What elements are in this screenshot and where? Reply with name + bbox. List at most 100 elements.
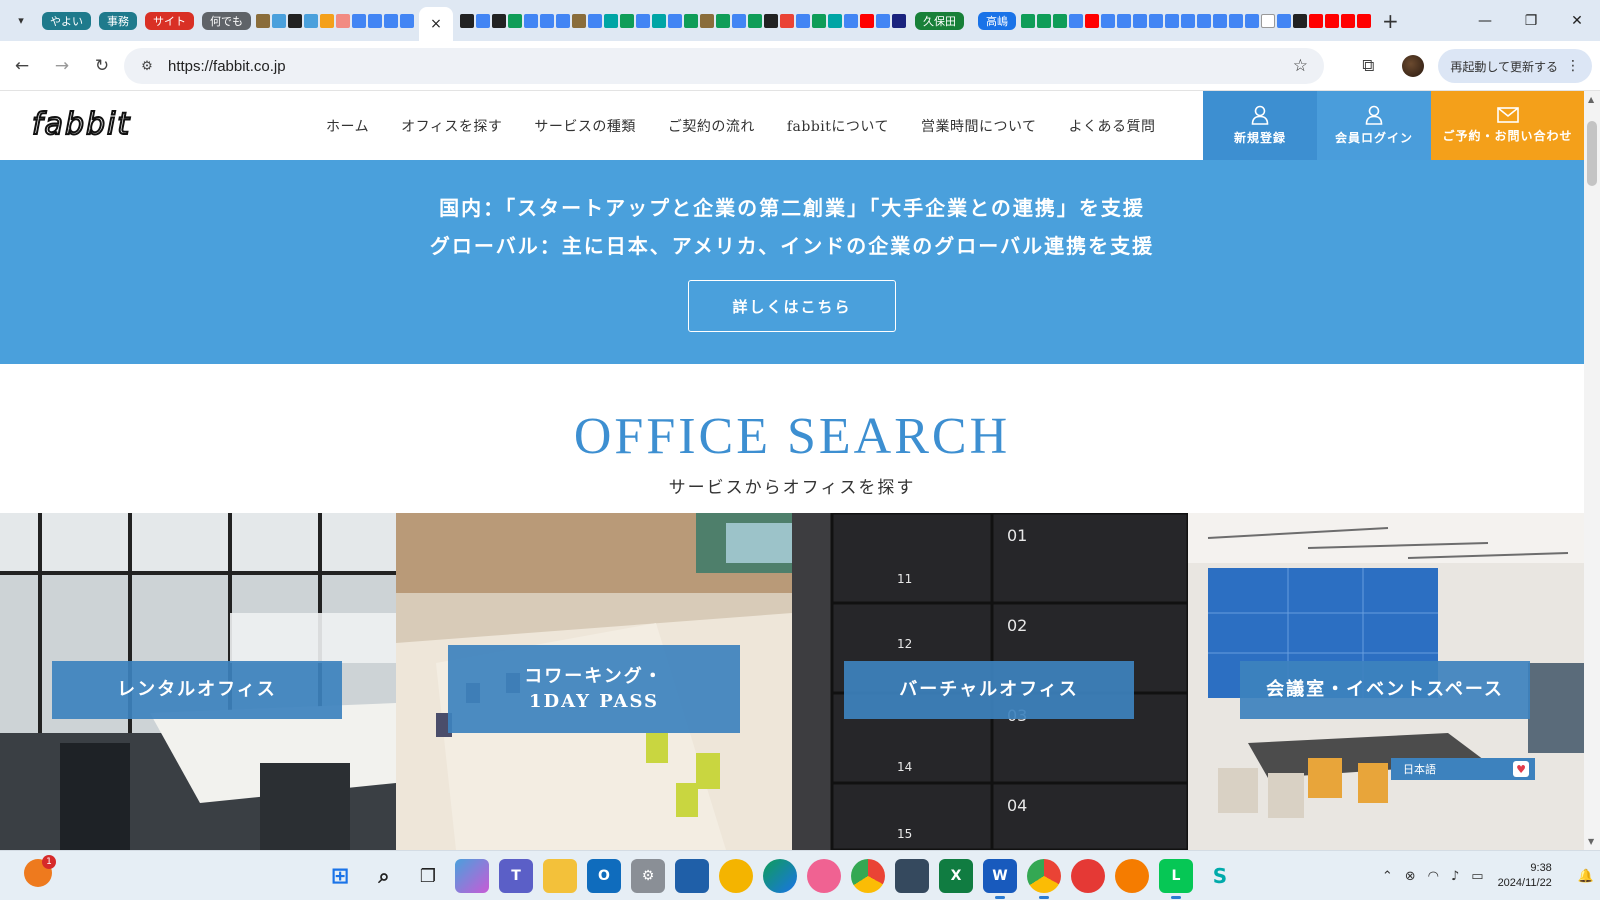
chrome-active-icon[interactable] bbox=[1027, 859, 1061, 899]
contact-button[interactable]: ご予約・お問い合わせ bbox=[1431, 91, 1584, 160]
pinned-tabs-group-c[interactable] bbox=[1020, 13, 1372, 28]
clock[interactable]: 9:38 2024/11/22 bbox=[1498, 861, 1552, 891]
tab-group-jimu[interactable]: 事務 bbox=[99, 11, 137, 30]
tab-group-site[interactable]: サイト bbox=[145, 11, 194, 30]
teams-icon[interactable]: T bbox=[499, 859, 533, 893]
start-windows-icon[interactable]: ⊞ bbox=[323, 859, 357, 893]
close-circle-icon[interactable]: ⊗ bbox=[1405, 869, 1416, 884]
card-coworking[interactable]: コワーキング・ 1DAY PASS bbox=[396, 513, 792, 850]
window-controls: — ❐ ✕ bbox=[1462, 0, 1600, 41]
language-label: 日本語 bbox=[1403, 763, 1436, 776]
scroll-up-arrow-icon[interactable]: ▲ bbox=[1588, 95, 1594, 104]
app-yellow-icon[interactable] bbox=[719, 859, 753, 893]
browser-tab-strip: ▾ やよい 事務 サイト 何でも × 久保田 高嶋 + — ❐ ✕ bbox=[0, 0, 1600, 41]
back-button[interactable]: ← bbox=[4, 48, 40, 84]
hero-line-global: グローバル：主に日本、アメリカ、インドの企業のグローバル連携を支援 bbox=[429, 234, 1155, 258]
login-label: 会員ログイン bbox=[1334, 131, 1413, 145]
app-pink-icon[interactable] bbox=[807, 859, 841, 893]
card-meeting-room[interactable]: 会議室・イベントスペース 日本語 ♥ bbox=[1188, 513, 1584, 850]
tab-group-kubota[interactable]: 久保田 bbox=[915, 11, 964, 30]
nav-service-types[interactable]: サービスの種類 bbox=[534, 116, 636, 136]
nav-business-hours[interactable]: 営業時間について bbox=[921, 116, 1037, 136]
register-label: 新規登録 bbox=[1233, 131, 1286, 145]
learn-more-button[interactable]: 詳しくはこちら bbox=[688, 280, 896, 332]
outlook-icon[interactable]: O bbox=[587, 859, 621, 893]
url-text[interactable]: https://fabbit.co.jp bbox=[168, 58, 286, 75]
reload-button[interactable]: ↻ bbox=[84, 48, 120, 84]
svg-text:14: 14 bbox=[897, 760, 912, 774]
page-scrollbar[interactable]: ▲ ▼ bbox=[1584, 91, 1600, 850]
clock-date: 2024/11/22 bbox=[1497, 877, 1552, 889]
file-explorer-icon[interactable] bbox=[543, 859, 577, 893]
svg-text:15: 15 bbox=[897, 827, 912, 841]
tab-group-nandemo[interactable]: 何でも bbox=[202, 11, 251, 30]
app-blue-icon[interactable] bbox=[675, 859, 709, 893]
chevron-up-icon[interactable]: ⌃ bbox=[1382, 869, 1393, 884]
scrollbar-thumb[interactable] bbox=[1587, 121, 1597, 186]
nav-faq[interactable]: よくある質問 bbox=[1069, 116, 1156, 136]
minimize-button[interactable]: — bbox=[1462, 0, 1508, 41]
card-label-coworking: コワーキング・ 1DAY PASS bbox=[448, 645, 740, 733]
wifi-icon[interactable]: ◠ bbox=[1428, 869, 1439, 884]
office-search-title: OFFICE SEARCH bbox=[573, 408, 1011, 465]
nav-find-office[interactable]: オフィスを探す bbox=[401, 116, 502, 136]
nav-home[interactable]: ホーム bbox=[326, 116, 369, 136]
notification-count: 1 bbox=[42, 855, 56, 869]
card-label-virtual-office: バーチャルオフィス bbox=[844, 661, 1134, 719]
profile-avatar[interactable] bbox=[1402, 55, 1425, 77]
address-bar[interactable]: ⚙ https://fabbit.co.jp ☆ bbox=[124, 48, 1324, 84]
copilot-icon[interactable] bbox=[455, 859, 489, 893]
app-orange-icon[interactable] bbox=[1115, 859, 1149, 893]
task-view-icon[interactable]: ❐ bbox=[411, 859, 445, 893]
app-s-icon[interactable]: S bbox=[1203, 859, 1237, 893]
word-icon[interactable]: W bbox=[983, 859, 1017, 899]
user-icon bbox=[1365, 105, 1383, 125]
edge-icon[interactable] bbox=[763, 859, 797, 893]
scroll-down-arrow-icon[interactable]: ▼ bbox=[1588, 837, 1594, 846]
windows-taskbar: 1 ⊞ ⌕ ❐ T O ⚙ X W L S ⌃ ⊗ ◠ ♪ ▭ 9:38 202… bbox=[0, 850, 1600, 900]
excel-icon[interactable]: X bbox=[939, 859, 973, 893]
new-tab-button[interactable]: + bbox=[1382, 9, 1399, 33]
language-switcher[interactable]: 日本語 ♥ bbox=[1391, 758, 1535, 780]
more-menu-icon[interactable]: ⋮ bbox=[1566, 58, 1580, 74]
register-button[interactable]: 新規登録 bbox=[1203, 91, 1317, 160]
svg-text:04: 04 bbox=[1007, 796, 1027, 815]
tab-group-yayoi[interactable]: やよい bbox=[42, 11, 91, 30]
notification-bell-icon[interactable]: 🔔 bbox=[1578, 869, 1594, 884]
nav-contract-flow[interactable]: ご契約の流れ bbox=[668, 116, 755, 136]
extensions-icon[interactable]: ⧉ bbox=[1362, 56, 1374, 76]
relaunch-label: 再起動して更新する bbox=[1450, 59, 1558, 74]
pinned-tabs-group-b[interactable] bbox=[459, 13, 907, 28]
nav-about-fabbit[interactable]: fabbitについて bbox=[787, 116, 889, 136]
pinned-tabs-group-a[interactable] bbox=[255, 13, 415, 28]
fabbit-logo[interactable]: fabbit bbox=[32, 107, 182, 141]
close-window-button[interactable]: ✕ bbox=[1554, 0, 1600, 41]
app-dark-icon[interactable] bbox=[895, 859, 929, 893]
svg-text:12: 12 bbox=[897, 637, 912, 651]
forward-button[interactable]: → bbox=[44, 48, 80, 84]
tab-group-takashima[interactable]: 高嶋 bbox=[978, 11, 1016, 30]
card-label-meeting-room: 会議室・イベントスペース bbox=[1240, 661, 1530, 719]
tab-search-dropdown[interactable]: ▾ bbox=[8, 8, 34, 34]
card-virtual-office[interactable]: 01020304 11121415 バーチャルオフィス bbox=[792, 513, 1188, 850]
site-info-icon[interactable]: ⚙ bbox=[132, 59, 162, 74]
user-icon bbox=[1251, 105, 1269, 125]
system-tray: ⌃ ⊗ ◠ ♪ ▭ 9:38 2024/11/22 🔔 bbox=[1376, 851, 1600, 901]
chrome-icon[interactable] bbox=[851, 859, 885, 893]
bookmark-star-icon[interactable]: ☆ bbox=[1293, 56, 1308, 76]
widgets-notification-icon[interactable]: 1 bbox=[24, 855, 56, 887]
battery-icon[interactable]: ▭ bbox=[1471, 869, 1483, 884]
relaunch-update-button[interactable]: 再起動して更新する ⋮ bbox=[1438, 49, 1592, 83]
volume-icon[interactable]: ♪ bbox=[1451, 869, 1459, 884]
active-tab-close-button[interactable]: × bbox=[419, 7, 453, 41]
contact-label: ご予約・お問い合わせ bbox=[1442, 129, 1573, 143]
heart-icon: ♥ bbox=[1513, 761, 1529, 777]
search-icon[interactable]: ⌕ bbox=[367, 859, 401, 893]
settings-gear-icon[interactable]: ⚙ bbox=[631, 859, 665, 893]
svg-text:fabbit: fabbit bbox=[32, 107, 131, 141]
line-icon[interactable]: L bbox=[1159, 859, 1193, 899]
app-red-icon[interactable] bbox=[1071, 859, 1105, 893]
member-login-button[interactable]: 会員ログイン bbox=[1317, 91, 1431, 160]
card-rental-office[interactable]: レンタルオフィス bbox=[0, 513, 396, 850]
restore-button[interactable]: ❐ bbox=[1508, 0, 1554, 41]
